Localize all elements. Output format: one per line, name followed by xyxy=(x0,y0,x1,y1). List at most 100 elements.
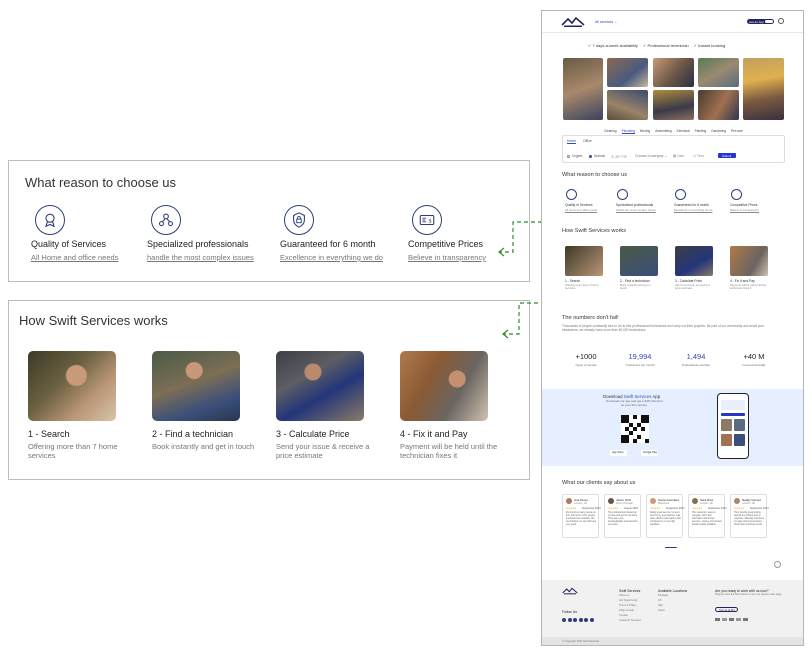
payment-icons xyxy=(715,618,748,621)
avatar xyxy=(566,498,572,504)
site-step: 2 - Find a technician Book instantly and … xyxy=(620,246,660,291)
guarantee-shield-icon xyxy=(675,189,686,200)
stat-item: +40 M Invoiced annually xyxy=(729,352,779,367)
submit-label: Submit xyxy=(722,153,732,158)
join-button[interactable]: Join us at Pro xyxy=(715,607,738,612)
reason-link[interactable]: Excellence in everything we do xyxy=(674,208,716,212)
footer-links: About us Job Opportunity Terms & Policy … xyxy=(619,594,641,624)
category-select[interactable]: Choose a category ⌄ xyxy=(635,154,667,158)
chevron-down-icon: ⌄ xyxy=(614,20,618,24)
tab-assembling[interactable]: Assembling xyxy=(655,129,671,134)
site-reason: Quality of Services All home and office n… xyxy=(565,189,607,212)
reviewer-location: Porto, Portugal xyxy=(616,502,633,505)
normal-radio[interactable]: Normal xyxy=(589,154,605,158)
instagram-icon[interactable] xyxy=(573,618,577,622)
stat-label: Professional member xyxy=(681,363,711,367)
tab-electrical[interactable]: Electrical xyxy=(677,129,690,134)
all-services-menu[interactable]: All services ⌄ xyxy=(595,20,617,24)
testimonials-title: What our clients say about us xyxy=(562,480,636,486)
reviewer-location: London, UK xyxy=(574,502,588,505)
scroll-top-icon[interactable] xyxy=(774,561,781,568)
step-photo xyxy=(620,246,658,276)
review-text: We found so many people on this, that so… xyxy=(566,512,597,526)
testimonial-card: Nataly Gómez London, UK ★★★★★ September 202… xyxy=(730,494,769,538)
gallery-photo xyxy=(743,58,784,120)
tab-pet-care[interactable]: Pet care xyxy=(731,129,743,134)
payment-icon xyxy=(715,618,720,621)
carousel-indicator[interactable] xyxy=(665,547,677,549)
footer-col-title: Available Locations xyxy=(658,589,688,593)
tab-gardening[interactable]: Gardening xyxy=(711,129,726,134)
time-input[interactable]: ◷ Time xyxy=(693,154,704,158)
google-play-button[interactable]: Google Play xyxy=(641,450,658,456)
footer-link[interactable]: Spain xyxy=(658,609,668,614)
copyright-bar: © Copyright 2024 Swift Services xyxy=(542,637,803,645)
reasons-title: What reason to choose us xyxy=(562,172,627,178)
date-input[interactable]: ▦ Date xyxy=(673,154,684,158)
normal-label: Normal xyxy=(594,154,605,158)
tab-painting[interactable]: Painting xyxy=(695,129,707,134)
gallery-photo xyxy=(607,58,648,87)
category-placeholder: Choose a category xyxy=(635,154,664,158)
reason-link[interactable]: Believe in transparency xyxy=(730,208,772,212)
stat-item: 19,994 Customers per month xyxy=(615,352,665,367)
facebook-icon[interactable] xyxy=(562,618,566,622)
date-label: Date xyxy=(677,154,685,158)
testimonial-card: Sonia Gonzalez Barcelona ★★★★★ September 20… xyxy=(646,494,685,538)
step-subtitle: Offering more than 7 home services xyxy=(565,283,599,291)
reason-link[interactable]: handle the most complex issues xyxy=(616,208,658,212)
payment-icon xyxy=(743,618,748,621)
site-page: All services ⌄ Get an App ✓ 7 days-a-wee… xyxy=(541,10,804,646)
profile-icon[interactable] xyxy=(778,18,784,24)
avatar xyxy=(734,498,740,504)
toggle-knob xyxy=(765,19,773,24)
stat-item: +1000 Types of service xyxy=(561,352,611,367)
reason-title: Guaranteed for 6 month xyxy=(674,203,710,207)
follow-us-label: Follow Us xyxy=(562,610,577,614)
youtube-icon[interactable] xyxy=(584,618,588,622)
tab-cleaning[interactable]: Cleaning xyxy=(604,129,617,134)
all-services-label: All services xyxy=(595,20,614,24)
tab-home[interactable]: Home xyxy=(567,139,577,144)
reviewer-location: London, UK xyxy=(700,502,714,505)
review-text: The professional showed up on time and g… xyxy=(608,512,638,526)
social-icons xyxy=(562,618,594,622)
phone-mockup xyxy=(717,393,749,459)
submit-button[interactable]: Submit xyxy=(718,153,736,158)
get-app-button[interactable]: Get an App xyxy=(747,19,774,24)
reason-title: Competitive Prices xyxy=(730,203,758,207)
payment-icon xyxy=(722,618,727,621)
review-date: August 2024 xyxy=(624,507,639,510)
review-text: They provide great pricing without any h… xyxy=(734,512,765,526)
star-rating-icon: ★★★★★ xyxy=(608,507,619,510)
tab-moving[interactable]: Moving xyxy=(640,129,650,134)
tab-office[interactable]: Office xyxy=(583,139,592,143)
star-rating-icon: ★★★★★ xyxy=(566,507,577,510)
footer-text: Please press the blue button to see our … xyxy=(715,593,783,596)
step-photo xyxy=(675,246,713,276)
swift-logo-icon[interactable] xyxy=(561,587,579,595)
zip-input[interactable]: ⦿ ZIP PIP xyxy=(611,154,627,159)
gallery-photo xyxy=(563,58,603,120)
copyright-text: © Copyright 2024 Swift Services xyxy=(562,640,600,643)
radio-icon xyxy=(589,154,592,158)
feature-checks: ✓ 7 days-a-week availability ✓ Professio… xyxy=(588,43,725,48)
twitter-icon[interactable] xyxy=(567,618,572,622)
reason-link[interactable]: All home and office needs xyxy=(565,208,607,212)
radio-icon xyxy=(567,154,570,158)
footer-link[interactable]: Customer Services xyxy=(619,619,641,624)
swift-logo-icon[interactable] xyxy=(561,16,585,28)
download-subtitle: Download our app and get a 30% discount o… xyxy=(606,399,663,408)
urgent-radio[interactable]: Urgent xyxy=(567,154,582,158)
booking-form: Home Office Urgent Normal ⦿ ZIP PIP Choo… xyxy=(562,135,785,163)
join-label: Join us at Pro xyxy=(719,608,735,612)
linkedin-icon[interactable] xyxy=(589,618,594,622)
tab-plumbing[interactable]: Plumbing xyxy=(621,129,635,134)
app-store-button[interactable]: App Store xyxy=(610,450,627,456)
site-step: 1 - Search Offering more than 7 home serv… xyxy=(565,246,605,291)
get-app-label: Get an App xyxy=(749,19,765,24)
phone-screen-banner xyxy=(721,400,745,410)
pinterest-icon[interactable] xyxy=(578,618,583,622)
price-card-icon xyxy=(731,189,742,200)
gallery-photo xyxy=(607,90,648,120)
